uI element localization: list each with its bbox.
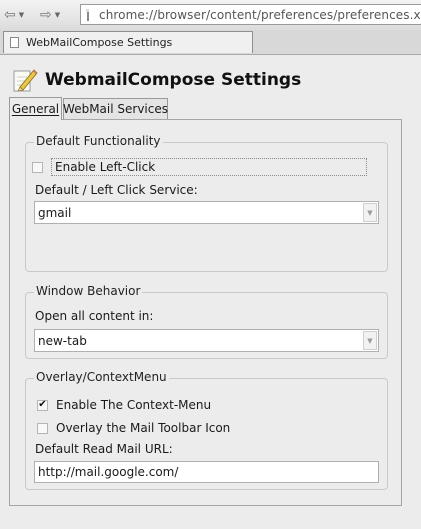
back-arrow-icon: ⇦	[4, 7, 16, 23]
tab-general-label: General	[11, 102, 60, 116]
enable-context-menu-row[interactable]: ✔ Enable The Context-Menu	[37, 398, 211, 412]
settings-header: WebmailCompose Settings	[12, 66, 301, 94]
tab-general[interactable]: General	[9, 97, 62, 120]
overlay-toolbar-row[interactable]: Overlay the Mail Toolbar Icon	[37, 421, 230, 435]
default-service-select[interactable]: gmail ▼	[34, 201, 379, 224]
enable-context-menu-checkbox[interactable]: ✔	[37, 399, 48, 411]
page-title: WebmailCompose Settings	[45, 70, 302, 90]
default-functionality-group: Default Functionality Enable Left-Click …	[25, 134, 388, 272]
enable-context-menu-label[interactable]: Enable The Context-Menu	[56, 398, 211, 412]
overlay-contextmenu-group: Overlay/ContextMenu ✔ Enable The Context…	[25, 370, 388, 490]
read-mail-url-label: Default Read Mail URL:	[35, 442, 173, 456]
default-functionality-legend: Default Functionality	[34, 134, 163, 148]
read-mail-url-field[interactable]: http://mail.google.com/	[34, 461, 379, 483]
forward-arrow-icon: ⇨	[40, 7, 52, 23]
window-behavior-legend: Window Behavior	[34, 284, 143, 298]
tab-webmail-services[interactable]: WebMail Services	[63, 98, 168, 119]
url-text[interactable]: chrome://browser/content/preferences/pre…	[99, 8, 421, 22]
open-content-select[interactable]: new-tab ▼	[34, 329, 379, 352]
tab-page-icon	[10, 37, 19, 48]
tab-webmail-services-label: WebMail Services	[63, 102, 168, 116]
enable-left-click-label[interactable]: Enable Left-Click	[51, 158, 367, 176]
overlay-contextmenu-legend: Overlay/ContextMenu	[34, 370, 169, 384]
page-icon	[86, 8, 89, 21]
pencil-icon	[13, 69, 38, 92]
tab-strip: WebMailCompose Settings	[0, 30, 421, 55]
forward-button[interactable]: ⇨ ▼	[40, 6, 60, 24]
overlay-toolbar-checkbox[interactable]	[37, 422, 48, 434]
enable-left-click-checkbox[interactable]	[32, 161, 43, 173]
browser-tab[interactable]: WebMailCompose Settings	[3, 31, 253, 53]
browser-tab-title: WebMailCompose Settings	[26, 36, 173, 49]
default-service-value: gmail	[38, 205, 72, 220]
chevron-down-icon[interactable]: ▼	[363, 203, 377, 222]
default-service-label: Default / Left Click Service:	[35, 183, 198, 197]
url-bar[interactable]: chrome://browser/content/preferences/pre…	[80, 4, 421, 25]
back-dropdown-icon[interactable]: ▼	[19, 11, 24, 19]
forward-dropdown-icon[interactable]: ▼	[55, 11, 60, 19]
enable-left-click-row[interactable]: Enable Left-Click	[32, 158, 367, 176]
chevron-down-icon[interactable]: ▼	[363, 331, 377, 350]
open-content-value: new-tab	[38, 333, 87, 348]
overlay-toolbar-label[interactable]: Overlay the Mail Toolbar Icon	[56, 421, 230, 435]
general-panel: Default Functionality Enable Left-Click …	[9, 119, 402, 506]
browser-toolbar: ⇦ ▼ ⇨ ▼ chrome://browser/content/prefere…	[0, 0, 421, 30]
open-content-label: Open all content in:	[35, 309, 154, 323]
back-button[interactable]: ⇦ ▼	[4, 6, 24, 24]
window-behavior-group: Window Behavior Open all content in: new…	[25, 284, 388, 359]
